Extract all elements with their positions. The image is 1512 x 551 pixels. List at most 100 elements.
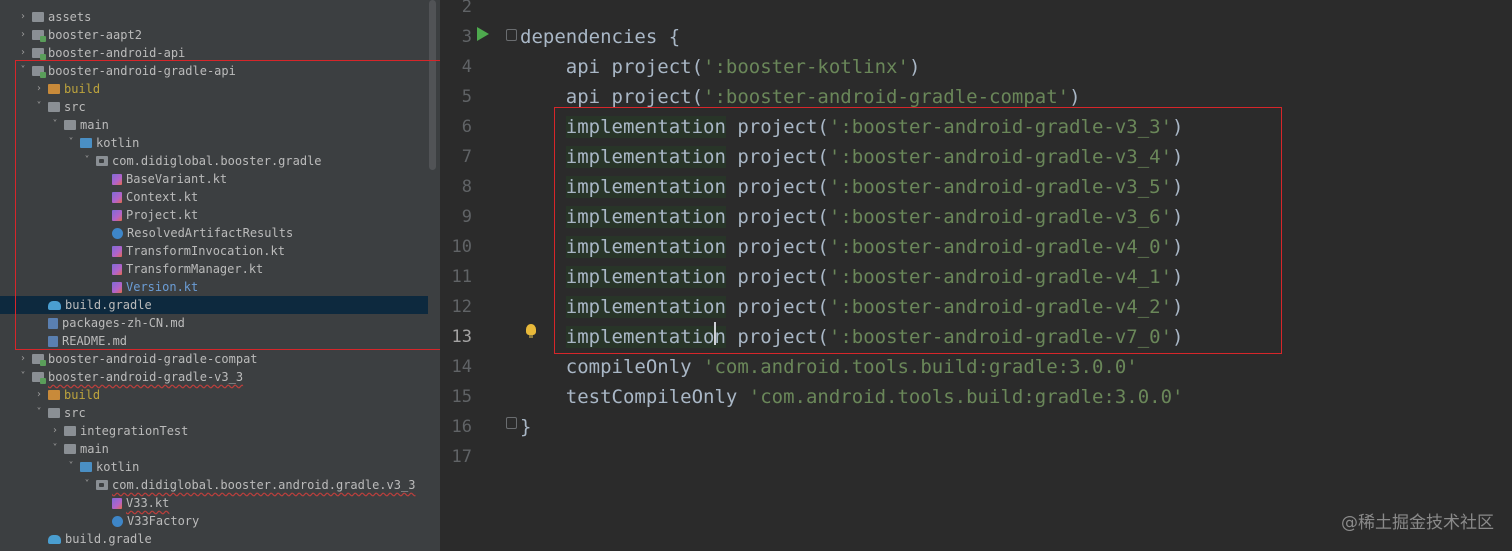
- chevron-down-icon[interactable]: ˅: [48, 116, 62, 134]
- chevron-down-icon[interactable]: ˅: [16, 62, 30, 80]
- string-literal: 'com.android.tools.build:gradle:3.0.0': [703, 356, 1138, 378]
- tree-row[interactable]: V33Factory: [0, 512, 428, 530]
- tree-row[interactable]: › booster-android-api: [0, 44, 428, 62]
- string-literal: ':booster-kotlinx': [703, 56, 909, 78]
- line-number: 12: [451, 297, 472, 317]
- line-number: 15: [451, 387, 472, 407]
- tree-row[interactable]: Project.kt: [0, 206, 428, 224]
- chevron-right-icon[interactable]: ›: [16, 44, 30, 62]
- tree-row[interactable]: ˅ com.didiglobal.booster.gradle: [0, 152, 428, 170]
- chevron-right-icon[interactable]: ›: [16, 350, 30, 368]
- tree-row[interactable]: V33.kt: [0, 494, 428, 512]
- tree-row[interactable]: Version.kt: [0, 278, 428, 296]
- tree-row[interactable]: › build: [0, 80, 428, 98]
- tree-row-label: build: [64, 388, 101, 402]
- tree-row-label: com.didiglobal.booster.android.gradle.v3…: [112, 478, 416, 492]
- code-token: project(: [725, 206, 829, 228]
- tree-row[interactable]: ResolvedArtifactResults: [0, 224, 428, 242]
- code-line[interactable]: compileOnly 'com.android.tools.build:gra…: [520, 352, 1138, 382]
- tree-row[interactable]: ˅ main: [0, 116, 428, 134]
- tree-row-label: V33.kt: [126, 496, 170, 510]
- code-line[interactable]: testCompileOnly 'com.android.tools.build…: [520, 382, 1184, 412]
- code-line[interactable]: implementation project(':booster-android…: [520, 322, 1184, 352]
- code-token: ): [1172, 236, 1184, 258]
- string-literal: ':booster-android-gradle-v3_5': [828, 176, 1173, 198]
- code-token: project(: [725, 236, 829, 258]
- chevron-down-icon[interactable]: ˅: [32, 404, 46, 422]
- kotlin-file-icon: [112, 263, 122, 275]
- chevron-right-icon[interactable]: ›: [16, 26, 30, 44]
- string-literal: ':booster-android-gradle-v7_0': [828, 326, 1173, 348]
- chevron-right-icon[interactable]: ›: [32, 386, 46, 404]
- folder-icon: [48, 408, 60, 418]
- tree-row-label: build.gradle: [65, 298, 152, 312]
- code-line[interactable]: dependencies {: [520, 22, 680, 52]
- tree-row[interactable]: ˅ main: [0, 440, 428, 458]
- code-line[interactable]: implementation project(':booster-android…: [520, 262, 1184, 292]
- module-icon: [32, 372, 46, 384]
- fold-start-icon[interactable]: [506, 29, 517, 41]
- chevron-right-icon[interactable]: ›: [16, 8, 30, 26]
- tree-row[interactable]: › booster-aapt2: [0, 26, 428, 44]
- tree-row[interactable]: ˅ src: [0, 98, 428, 116]
- blue-folder-icon: [80, 462, 92, 472]
- tree-row[interactable]: TransformInvocation.kt: [0, 242, 428, 260]
- tree-row[interactable]: ˅ com.didiglobal.booster.android.gradle.v…: [0, 476, 428, 494]
- code-line[interactable]: implementation project(':booster-android…: [520, 142, 1184, 172]
- code-token: ): [1172, 296, 1184, 318]
- tree-row[interactable]: Context.kt: [0, 188, 428, 206]
- code-token: dependencies {: [520, 26, 681, 48]
- tree-row[interactable]: README.md: [0, 332, 428, 350]
- string-literal: ':booster-android-gradle-v3_4': [828, 146, 1173, 168]
- string-literal: ':booster-android-gradle-v4_0': [828, 236, 1173, 258]
- chevron-down-icon[interactable]: ˅: [80, 476, 94, 494]
- tree-row[interactable]: BaseVariant.kt: [0, 170, 428, 188]
- tree-row-label: Version.kt: [126, 280, 199, 294]
- tree-row-label: packages-zh-CN.md: [62, 316, 185, 330]
- code-line[interactable]: implementation project(':booster-android…: [520, 172, 1184, 202]
- chevron-down-icon[interactable]: ˅: [48, 440, 62, 458]
- kotlin-file-icon: [112, 245, 122, 257]
- tree-row[interactable]: › assets: [0, 8, 428, 26]
- tree-row-label: com.didiglobal.booster.gradle: [112, 154, 322, 168]
- tree-row-label: TransformManager.kt: [126, 262, 264, 276]
- kotlin-class-icon: [112, 515, 123, 527]
- tree-row[interactable]: build.gradle: [0, 530, 428, 548]
- tree-row[interactable]: ˅ kotlin: [0, 458, 428, 476]
- chevron-down-icon[interactable]: ˅: [64, 134, 78, 152]
- tree-row[interactable]: › booster-android-gradle-compat: [0, 350, 428, 368]
- tree-row[interactable]: TransformManager.kt: [0, 260, 428, 278]
- chevron-down-icon[interactable]: ˅: [80, 152, 94, 170]
- tree-row[interactable]: ˅ src: [0, 404, 428, 422]
- code-editor[interactable]: 2 3 4 5 6 7 8 9 10 11 12 13 14 15 16 17 dependencies { …: [440, 0, 1512, 551]
- tree-row[interactable]: packages-zh-CN.md: [0, 314, 428, 332]
- tree-row-label: main: [80, 118, 109, 132]
- code-line[interactable]: implementation project(':booster-android…: [520, 112, 1184, 142]
- code-line[interactable]: implementation project(':booster-android…: [520, 292, 1184, 322]
- module-icon: [32, 30, 46, 42]
- run-icon[interactable]: [477, 27, 489, 41]
- code-line[interactable]: }: [520, 412, 531, 442]
- chevron-down-icon[interactable]: ˅: [32, 98, 46, 116]
- folder-icon: [32, 12, 44, 22]
- code-line[interactable]: implementation project(':booster-android…: [520, 232, 1184, 262]
- chevron-right-icon[interactable]: ›: [48, 422, 62, 440]
- code-line[interactable]: implementation project(':booster-android…: [520, 202, 1184, 232]
- code-line[interactable]: api project(':booster-kotlinx'): [520, 52, 921, 82]
- tree-row[interactable]: ˅ booster-android-gradle-api: [0, 62, 428, 80]
- chevron-right-icon[interactable]: ›: [32, 80, 46, 98]
- code-line[interactable]: api project(':booster-android-gradle-com…: [520, 82, 1081, 112]
- chevron-down-icon[interactable]: ˅: [16, 368, 30, 386]
- fold-end-icon[interactable]: [506, 417, 517, 429]
- tree-row[interactable]: ˅ booster-android-gradle-v3_3: [0, 368, 428, 386]
- tree-row-label: src: [64, 406, 86, 420]
- chevron-down-icon[interactable]: ˅: [64, 458, 78, 476]
- tree-row[interactable]: › build: [0, 386, 428, 404]
- tree-row-label: Context.kt: [126, 190, 199, 204]
- tree-row[interactable]: › integrationTest: [0, 422, 428, 440]
- tree-row[interactable]: ˅ kotlin: [0, 134, 428, 152]
- tree-scrollbar[interactable]: [429, 0, 436, 170]
- tree-row[interactable]: build.gradle: [0, 296, 428, 314]
